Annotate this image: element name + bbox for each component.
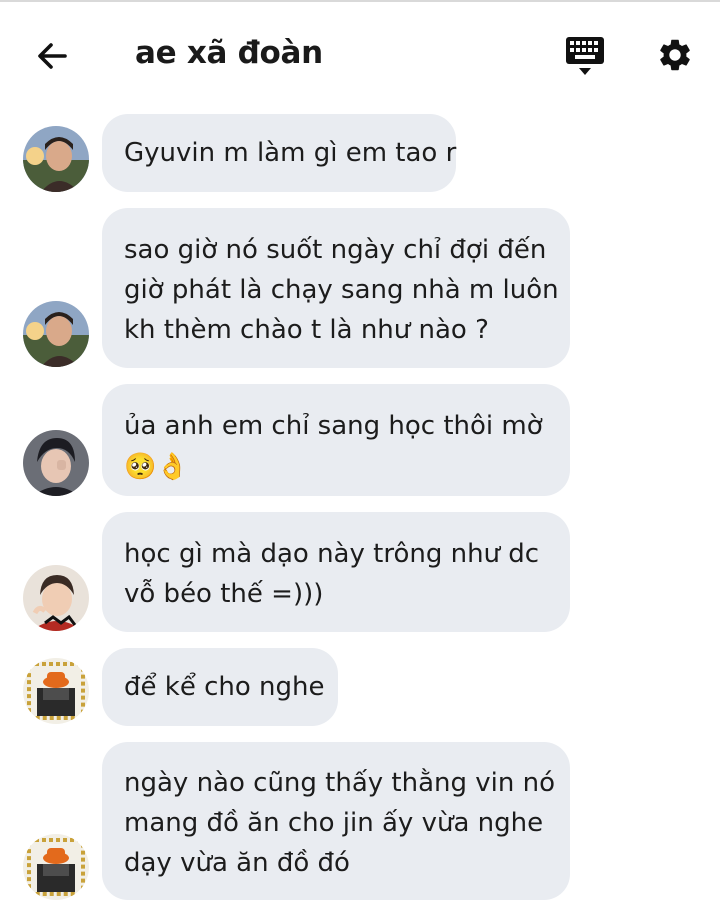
arrow-left-icon (38, 43, 67, 69)
avatar-orange-hat[interactable] (23, 834, 89, 900)
message-bubble[interactable]: ngày nào cũng thấy thằng vin nó mang đồ … (102, 742, 570, 900)
keyboard-button[interactable] (560, 30, 610, 82)
avatar-outdoor-portrait[interactable] (23, 301, 89, 367)
message-text: giờ phát là chạy sang nhà m luôn (124, 275, 559, 305)
chat-screen: ae xã đoàn Gyuvin m làm gì em tao r sao … (0, 0, 720, 910)
avatar-orange-hat[interactable] (23, 658, 89, 724)
message-text: dạy vừa ăn đồ đó (124, 848, 350, 878)
chat-header: ae xã đoàn (0, 2, 720, 102)
keyboard-icon (566, 37, 604, 75)
message-bubble[interactable]: Gyuvin m làm gì em tao r (102, 114, 456, 192)
message-text: ngày nào cũng thấy thằng vin nó (124, 768, 556, 798)
message-bubble[interactable]: sao giờ nó suốt ngày chỉ đợi đến giờ phá… (102, 208, 570, 368)
message-row: Gyuvin m làm gì em tao r (0, 114, 720, 194)
message-text: sao giờ nó suốt ngày chỉ đợi đến (124, 235, 547, 265)
message-bubble[interactable]: để kể cho nghe (102, 648, 338, 726)
message-text: vỗ béo thế =))) (124, 579, 324, 609)
chat-title: ae xã đoàn (135, 35, 323, 71)
message-text: Gyuvin m làm gì em tao r (124, 138, 457, 168)
message-row: ngày nào cũng thấy thằng vin nó mang đồ … (0, 742, 720, 904)
message-row: học gì mà dạo này trông như dc vỗ béo th… (0, 512, 720, 634)
message-row: ủa anh em chỉ sang học thôi mờ 🥺👌 (0, 384, 720, 498)
message-row: sao giờ nó suốt ngày chỉ đợi đến giờ phá… (0, 208, 720, 370)
back-button[interactable] (30, 34, 74, 78)
message-text: để kể cho nghe (124, 672, 325, 702)
message-emojis: 🥺👌 (124, 451, 189, 482)
message-text: kh thèm chào t là như nào ? (124, 315, 489, 345)
message-row: để kể cho nghe (0, 648, 720, 728)
message-bubble[interactable]: ủa anh em chỉ sang học thôi mờ 🥺👌 (102, 384, 570, 496)
avatar-dark-hair[interactable] (23, 430, 89, 496)
message-text: học gì mà dạo này trông như dc (124, 539, 540, 569)
gear-icon (660, 39, 690, 71)
message-bubble[interactable]: học gì mà dạo này trông như dc vỗ béo th… (102, 512, 570, 632)
settings-button[interactable] (650, 30, 700, 80)
message-text: mang đồ ăn cho jin ấy vừa nghe (124, 808, 544, 838)
avatar-smiling-boy[interactable] (23, 565, 89, 631)
message-text: ủa anh em chỉ sang học thôi mờ (124, 411, 543, 441)
avatar-outdoor-portrait[interactable] (23, 126, 89, 192)
